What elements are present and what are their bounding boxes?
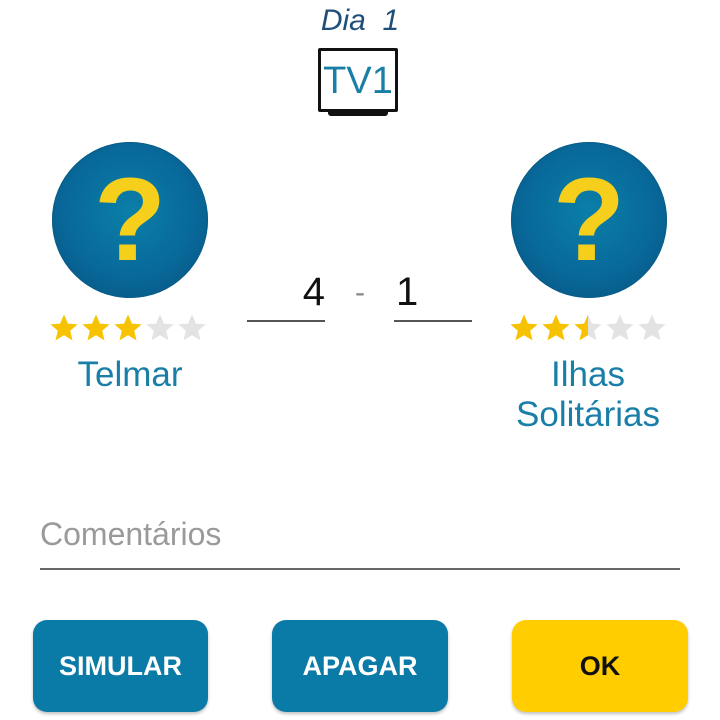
star-icon xyxy=(178,314,206,341)
home-team-logo: ? xyxy=(52,142,208,298)
simulate-button[interactable]: SIMULAR xyxy=(33,620,208,712)
star-icon xyxy=(146,314,174,341)
away-team-rating xyxy=(508,312,668,344)
score-separator: - xyxy=(355,276,365,309)
clear-button[interactable]: APAGAR xyxy=(272,620,448,712)
ok-button[interactable]: OK xyxy=(512,620,688,712)
star-icon xyxy=(638,314,666,341)
away-team-name: Ilhas Solitárias xyxy=(458,355,718,435)
away-team-logo: ? xyxy=(511,142,667,298)
day-label-text: Dia xyxy=(320,4,366,37)
away-score-underline xyxy=(394,320,472,322)
day-number: 1 xyxy=(382,4,400,37)
question-mark-icon: ? xyxy=(93,154,167,286)
star-icon xyxy=(114,314,142,341)
question-mark-icon: ? xyxy=(552,154,626,286)
home-score-value: 4 xyxy=(302,270,325,314)
star-icon xyxy=(542,314,570,341)
star-icon xyxy=(510,314,538,341)
match-result-screen: Dia 1 TV1 ? Telmar 4 - 1 ? Ilhas Solitár… xyxy=(0,0,720,720)
star-icon xyxy=(606,314,634,341)
star-icon xyxy=(82,314,110,341)
home-team-name: Telmar xyxy=(77,355,183,394)
tv-stand xyxy=(328,111,388,116)
home-score[interactable]: 4 xyxy=(247,270,325,315)
star-icon xyxy=(50,314,78,341)
comments-input[interactable] xyxy=(40,500,680,570)
away-team-name-line1: Ilhas xyxy=(551,355,625,394)
away-score-value: 1 xyxy=(396,270,419,314)
away-team-name-line2: Solitárias xyxy=(516,395,660,434)
home-score-underline xyxy=(247,320,325,322)
home-team-rating xyxy=(48,312,208,344)
day-label: Dia 1 xyxy=(0,4,720,38)
star-icon xyxy=(574,314,602,341)
tv-icon: TV1 xyxy=(318,48,398,112)
away-score[interactable]: 1 xyxy=(394,270,472,315)
broadcast-channel: TV1 xyxy=(323,60,393,102)
